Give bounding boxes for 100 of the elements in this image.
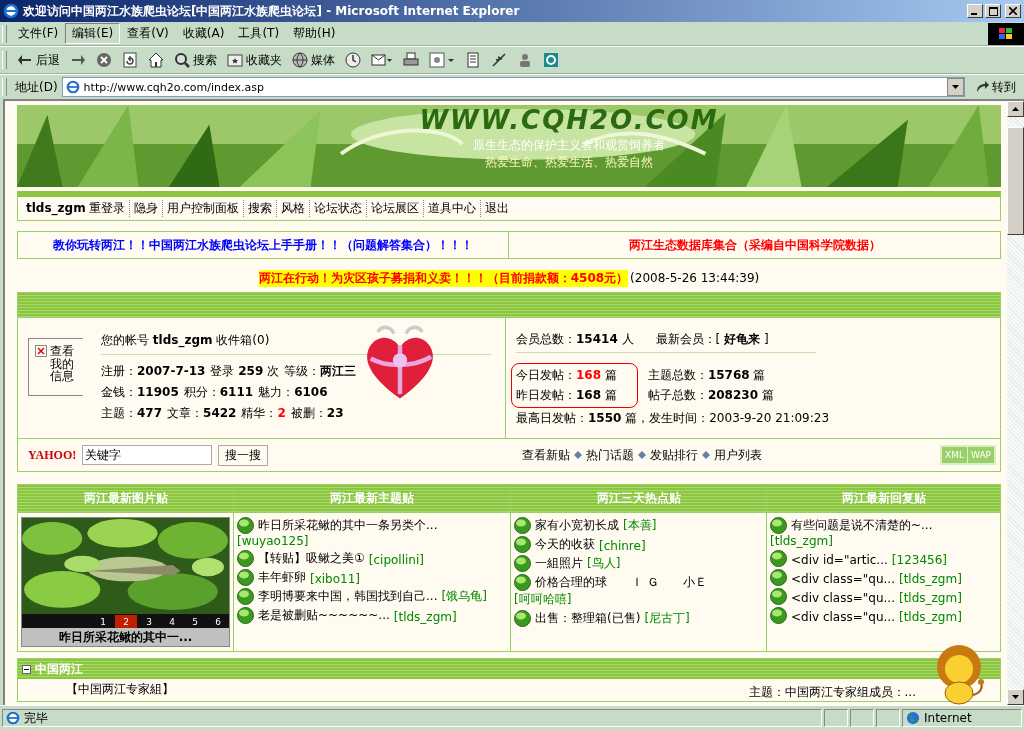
author-link[interactable]: [tlds_zgm] [898,591,962,605]
search-icon [174,52,190,68]
scroll-up-button[interactable] [1007,101,1024,117]
globe-icon [237,607,254,624]
nav-link[interactable]: 退出 [479,199,513,217]
author-link[interactable]: [xibo11] [310,572,361,586]
scrollbar[interactable] [1007,101,1024,705]
post-title[interactable]: 有些问题是说不清楚的~... [791,517,933,534]
go-button[interactable]: 转到 [969,78,1024,96]
media-button[interactable]: 媒体 [288,49,339,71]
menu-item[interactable]: 收藏(A) [175,23,232,44]
stat-text: 主题总数：15768 篇 [647,367,767,384]
zone-text: Internet [924,711,972,725]
post-title[interactable]: 出售：整理箱(已售) [535,610,641,627]
page-button[interactable]: 2 [115,615,137,628]
search-button[interactable]: 搜一搜 [218,444,269,466]
donation-link[interactable]: 两江在行动！为灾区孩子募捐和义卖！！！（目前捐款额：4508元） [258,269,629,287]
scroll-thumb[interactable] [1007,127,1024,235]
scroll-down-button[interactable] [1007,689,1024,705]
globe-icon [237,550,254,567]
author-link[interactable]: [tlds_zgm] [898,572,962,586]
nav-link[interactable]: 论坛展区 [365,199,423,217]
post-title[interactable]: 价格合理的球 Ｉ Ｇ 小Ｅ [535,574,707,591]
author-link[interactable]: [cipollini] [368,553,424,567]
globe-icon [237,588,254,605]
post-title[interactable]: <div class="qu... [791,591,895,605]
nav-link[interactable]: 搜索 [242,199,276,217]
post-title[interactable]: 今天的收获 [535,536,595,553]
column-header: 两江最新图片贴 [18,485,233,513]
avatar-frame[interactable]: 查看我的信息 [28,338,83,396]
forum-link[interactable]: 发贴排行 [650,446,698,464]
notice-link[interactable]: 教你玩转两江！！中国两江水族爬虫论坛上手手册！！（问题解答集合）！！！ [53,236,473,254]
author-link[interactable]: [123456] [891,553,947,567]
author-link[interactable]: [尼古丁] [644,610,690,627]
search-button[interactable]: 搜索 [170,49,221,71]
nav-link[interactable]: 论坛状态 [308,199,366,217]
address-field[interactable]: http://www.cqh2o.com/index.asp [61,77,965,97]
minimize-button[interactable] [967,4,983,18]
author-link[interactable]: [tlds_zgm] [898,610,962,624]
document-icon [465,52,481,68]
stat-text: 登录 259 次 [210,363,280,380]
close-button[interactable] [1005,4,1021,18]
forum-name[interactable]: 【中国两江专家組】 [66,681,174,701]
broken-image-icon [35,345,47,357]
author-link[interactable]: [tlds_zgm] [393,610,457,624]
globe-icon [514,610,531,627]
menu-item[interactable]: 工具(T) [231,23,287,44]
collapse-toggle[interactable] [22,664,31,674]
post-title[interactable]: 昨日所采花鳅的其中一条另类个... [258,517,438,534]
column-header: 两江三天热点贴 [511,485,766,513]
search-field[interactable]: 关键字 [82,445,213,465]
username: tlds_zgm [26,201,86,215]
nav-link[interactable]: 重登录 [88,199,129,217]
post-title[interactable]: <div class="qu... [791,572,895,586]
stat-text: 等级：两江三 [284,363,357,380]
post-title[interactable]: 家有小宽初长成 [535,517,619,534]
latest-topic[interactable]: 主题：中国两江专家组成员：... [748,684,916,701]
post-title[interactable]: <div class="qu... [791,610,895,624]
avatar-label: 查看我的信息 [50,345,75,386]
diamond-icon [574,451,582,459]
author-link[interactable]: [本善] [623,517,657,534]
author-link[interactable]: [chinre] [599,539,646,553]
dropdown-button[interactable] [947,78,964,96]
author-link[interactable]: [鸟人] [587,555,621,572]
author-link[interactable]: [wuyao125] [237,534,309,548]
site-logo-text: WWW.CQH2O.COM [419,105,719,135]
menu-item[interactable]: 编辑(E) [65,23,121,44]
author-link[interactable]: [呵呵哈嘻] [514,591,572,608]
app-icon [543,52,559,68]
post-title[interactable]: 【转贴】吸鳅之美① [258,550,365,567]
nav-link[interactable]: 风格 [275,199,309,217]
maximize-button[interactable] [985,4,1001,18]
menu-item[interactable]: 帮助(H) [286,23,343,44]
status-text: 完毕 [24,709,48,727]
browser-icon [3,3,19,19]
forum-link[interactable]: 用户列表 [714,446,762,464]
globe-icon [770,588,787,605]
nav-link[interactable]: 隐身 [128,199,162,217]
nav-link[interactable]: 用户控制面板 [161,199,243,217]
post-title[interactable]: 李明博要来中国，韩国找到自己... [258,588,438,605]
notice-link[interactable]: 两江生态数据库集合（采编自中国科学院数据） [628,236,881,254]
nav-link[interactable]: 道具中心 [422,199,480,217]
post-title[interactable]: 一組照片 [535,555,583,572]
stat-text: 文章：5422 [167,405,237,422]
forum-link[interactable]: 热门话题 [586,446,634,464]
page-icon [65,80,80,94]
back-button[interactable]: 后退 [13,49,64,71]
menu-item[interactable]: 文件(F) [11,23,66,44]
page-icon [6,711,20,725]
stat-text: 会员总数：15414 人 [516,330,634,348]
author-link[interactable]: [饿乌龟] [441,588,487,605]
account-text: 您的帐号 tlds_zgm 收件箱(0) [101,331,270,349]
forum-link[interactable]: 查看新贴 [522,446,570,464]
post-title[interactable]: 丰年虾卵 [258,569,306,586]
author-link[interactable]: [tlds_zgm] [770,534,833,548]
stat-text: 今日发帖：168 篇 [516,367,617,384]
post-title[interactable]: <div id="artic... [791,553,888,567]
menu-item[interactable]: 查看(V) [120,23,176,44]
favorites-button[interactable]: 收藏夹 [223,49,286,71]
post-title[interactable]: 老是被删贴~~~~~~... [258,607,390,624]
